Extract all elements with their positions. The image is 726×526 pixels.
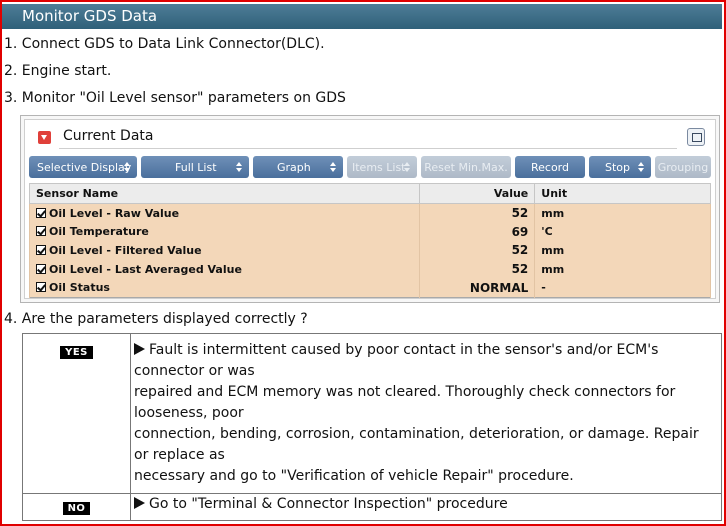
updown-arrow-icon [124,162,131,172]
updown-arrow-icon [236,162,243,172]
no-badge: NO [62,502,91,515]
no-line-text: Go to "Terminal & Connector Inspection" … [149,496,508,512]
record-label: Record [530,160,569,174]
graph-label: Graph [277,160,311,174]
checkbox-checked-icon[interactable] [36,244,46,255]
no-text-cell: Go to "Terminal & Connector Inspection" … [130,493,722,521]
sensor-name: Oil Temperature [49,225,149,239]
yes-row: YES Fault is intermittent caused by poor… [22,333,722,494]
current-data-toolbar: Selective Display Full List Graph Items … [29,156,711,178]
yes-line: repaired and ECM memory was not cleared.… [134,384,676,400]
no-tag-cell: NO [22,493,131,521]
sensor-name: Oil Status [49,281,110,295]
current-data-title: Current Data [63,128,154,144]
reset-min-max-button[interactable]: Reset Min.Max. [421,156,511,178]
checkbox-checked-icon[interactable] [36,282,46,293]
sensor-unit: - [534,278,711,298]
record-button[interactable]: Record [515,156,585,178]
current-data-inner: Current Data Selective Display Full List… [24,119,716,299]
sensor-unit: mm [534,241,711,260]
full-list-button[interactable]: Full List [141,156,249,178]
section-header: Monitor GDS Data [2,4,722,29]
checkbox-checked-icon[interactable] [36,207,46,218]
yes-line: Fault is intermittent caused by poor con… [134,340,718,361]
step-2: 2. Engine start. [4,63,112,79]
yes-text-cell: Fault is intermittent caused by poor con… [130,333,722,494]
sensor-value: 52 [419,259,536,279]
current-data-panel: Current Data Selective Display Full List… [20,115,720,303]
reset-min-max-label: Reset Min.Max. [424,160,508,174]
yes-line: connector or was [134,363,255,379]
collapse-icon[interactable] [38,131,51,144]
selective-display-label: Selective Display [37,160,132,174]
full-list-label: Full List [175,160,217,174]
column-header-value[interactable]: Value [419,183,536,204]
sensor-unit: mm [534,259,711,279]
updown-arrow-icon [638,162,645,172]
sensor-value: NORMAL [419,278,536,298]
yes-line: connection, bending, corrosion, contamin… [134,426,699,442]
table-header-row: Sensor Name Value Unit [28,183,711,204]
sensor-name-cell: Oil Temperature [28,222,421,242]
section-title: Monitor GDS Data [22,7,158,25]
stop-label: Stop [605,160,631,174]
column-header-name[interactable]: Sensor Name [28,183,421,204]
column-header-unit[interactable]: Unit [534,183,711,204]
checkbox-checked-icon[interactable] [36,263,46,274]
table-row[interactable]: Oil Temperature 69 'C [28,222,711,242]
sensor-name: Oil Level - Filtered Value [49,243,202,257]
items-list-label: Items List [352,160,406,174]
grouping-label: Grouping [657,160,709,174]
sensor-value: 52 [419,203,536,223]
title-divider [59,148,677,149]
updown-arrow-icon [330,162,337,172]
step-4: 4. Are the parameters displayed correctl… [4,311,308,327]
checkbox-checked-icon[interactable] [36,226,46,237]
sensor-name-cell: Oil Status [28,278,421,298]
grouping-button[interactable]: Grouping [655,156,711,178]
no-line: Go to "Terminal & Connector Inspection" … [134,494,718,515]
sensor-unit: 'C [534,222,711,242]
yes-line: or replace as [134,447,225,463]
stop-button[interactable]: Stop [589,156,651,178]
yes-line-text: Fault is intermittent caused by poor con… [149,342,659,358]
result-table: YES Fault is intermittent caused by poor… [22,333,722,521]
yes-line: looseness, poor [134,405,244,421]
table-row[interactable]: Oil Level - Filtered Value 52 mm [28,241,711,260]
step-1: 1. Connect GDS to Data Link Connector(DL… [4,36,325,52]
sensor-name: Oil Level - Raw Value [49,206,180,220]
sensor-data-table: Sensor Name Value Unit Oil Level - Raw V… [28,183,711,298]
yes-line: necessary and go to "Verification of veh… [134,468,574,484]
step-3: 3. Monitor "Oil Level sensor" parameters… [4,90,346,106]
selective-display-button[interactable]: Selective Display [29,156,137,178]
sensor-name: Oil Level - Last Averaged Value [49,262,242,276]
sensor-unit: mm [534,203,711,223]
updown-arrow-icon [404,162,411,172]
table-row[interactable]: Oil Level - Raw Value 52 mm [28,203,711,223]
yes-badge: YES [60,346,93,359]
table-row[interactable]: Oil Status NORMAL - [28,278,711,298]
table-row[interactable]: Oil Level - Last Averaged Value 52 mm [28,259,711,279]
items-list-button[interactable]: Items List [347,156,417,178]
right-triangle-icon [134,497,145,509]
no-row: NO Go to "Terminal & Connector Inspectio… [22,493,722,521]
sensor-name-cell: Oil Level - Filtered Value [28,241,421,260]
maximize-icon[interactable] [687,128,705,146]
sensor-value: 52 [419,241,536,260]
sensor-name-cell: Oil Level - Last Averaged Value [28,259,421,279]
yes-tag-cell: YES [22,333,131,494]
right-triangle-icon [134,343,145,355]
graph-button[interactable]: Graph [253,156,343,178]
sensor-value: 69 [419,222,536,242]
sensor-name-cell: Oil Level - Raw Value [28,203,421,223]
